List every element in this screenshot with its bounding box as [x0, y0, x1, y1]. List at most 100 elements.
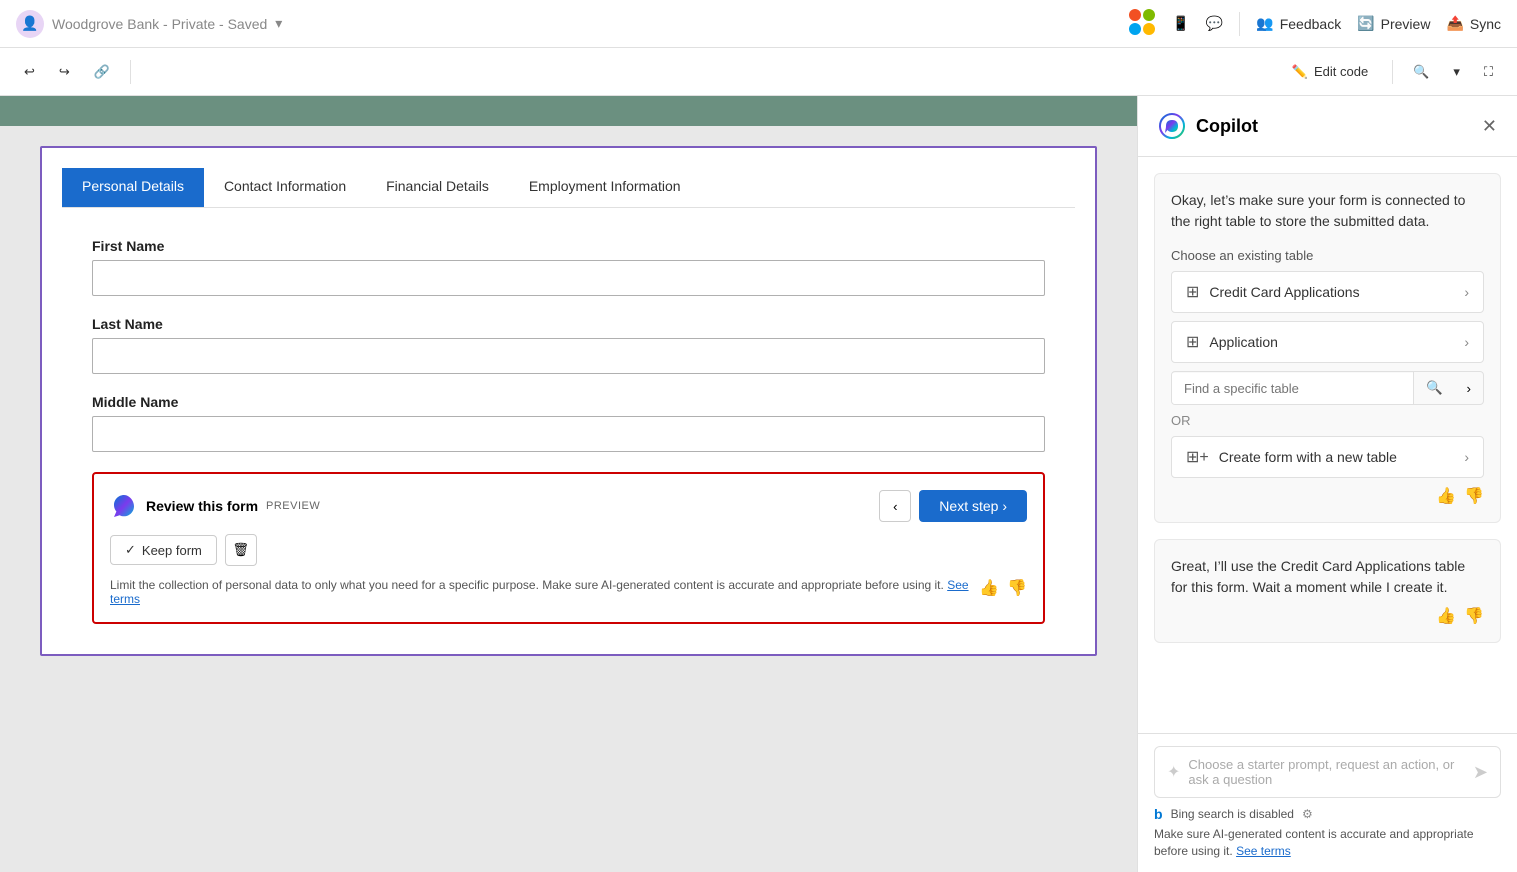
bing-icon: b: [1154, 806, 1163, 822]
create-new-table-option[interactable]: ⊞+ Create form with a new table ›: [1171, 436, 1484, 478]
bing-settings-icon[interactable]: ⚙: [1302, 807, 1313, 821]
zoom-button[interactable]: 🔍: [1405, 60, 1437, 84]
form-fields-area: First Name Last Name Middle Name: [62, 228, 1075, 634]
chevron-right-icon-2: ›: [1464, 334, 1469, 350]
copilot-input-placeholder: Choose a starter prompt, request an acti…: [1180, 757, 1473, 787]
sync-icon: 📤: [1446, 15, 1463, 32]
middle-name-input[interactable]: [92, 416, 1045, 452]
thumbs-down-button[interactable]: 👎: [1007, 578, 1027, 598]
table-grid-icon-1: ⊞: [1186, 282, 1199, 302]
copilot-input-area: ✦ Choose a starter prompt, request an ac…: [1154, 746, 1501, 798]
delete-form-button[interactable]: 🗑: [225, 534, 257, 566]
card-2-thumbs-up[interactable]: 👍: [1436, 606, 1456, 626]
middle-name-label: Middle Name: [92, 394, 1045, 410]
tablet-icon[interactable]: 📱: [1172, 15, 1189, 32]
tab-contact-information[interactable]: Contact Information: [204, 168, 366, 207]
search-table-chevron[interactable]: ›: [1455, 373, 1483, 404]
card-1-feedback: 👍 👎: [1171, 486, 1484, 506]
copilot-panel-icon: [1158, 112, 1186, 140]
first-name-label: First Name: [92, 238, 1045, 254]
check-icon: ✓: [125, 542, 136, 558]
prev-step-button[interactable]: ‹: [879, 490, 911, 522]
disclaimer-content: Limit the collection of personal data to…: [110, 578, 944, 592]
bing-notice: b Bing search is disabled ⚙: [1154, 806, 1501, 822]
toolbar-separator: [130, 60, 131, 84]
form-container: Personal Details Contact Information Fin…: [40, 146, 1097, 656]
copilot-send-button[interactable]: ➤: [1473, 762, 1488, 783]
preview-label: Preview: [1381, 16, 1431, 32]
redo-button[interactable]: ↪: [51, 60, 78, 84]
separator: [1239, 12, 1240, 36]
form-tabs: Personal Details Contact Information Fin…: [62, 168, 1075, 208]
thumbs-area: 👍 👎: [979, 578, 1027, 598]
review-bar-header: Review this form PREVIEW ‹ Next step ›: [110, 490, 1027, 522]
create-table-icon: ⊞+: [1186, 447, 1209, 467]
copilot-panel: Copilot ✕ Okay, let’s make sure your for…: [1137, 96, 1517, 872]
toolbar-separator-2: [1392, 60, 1393, 84]
thumbs-up-button[interactable]: 👍: [979, 578, 999, 598]
card-1-thumbs-down[interactable]: 👎: [1464, 486, 1484, 506]
sync-button[interactable]: 📤 Sync: [1446, 15, 1501, 32]
first-name-input[interactable]: [92, 260, 1045, 296]
table-grid-icon-2: ⊞: [1186, 332, 1199, 352]
copilot-title: Copilot: [1158, 112, 1258, 140]
card-2-thumbs-down[interactable]: 👎: [1464, 606, 1484, 626]
copilot-message-2: Great, I’ll use the Credit Card Applicat…: [1171, 556, 1484, 598]
review-nav: ‹ Next step ›: [879, 490, 1027, 522]
chevron-right-icon-1: ›: [1464, 284, 1469, 300]
copilot-card-confirmation: Great, I’ll use the Credit Card Applicat…: [1154, 539, 1501, 643]
last-name-field-group: Last Name: [92, 316, 1045, 374]
table-application-label: Application: [1209, 334, 1278, 350]
search-table-button[interactable]: 🔍: [1413, 372, 1455, 404]
review-disclaimer: Limit the collection of personal data to…: [110, 578, 1027, 606]
chat-icon[interactable]: 💬: [1206, 15, 1223, 32]
bing-label: Bing search is disabled: [1171, 807, 1294, 821]
first-name-field-group: First Name: [92, 238, 1045, 296]
expand-button[interactable]: ⛶: [1476, 60, 1501, 84]
feedback-button[interactable]: 👥 Feedback: [1256, 15, 1341, 32]
search-table-input[interactable]: [1172, 373, 1413, 404]
undo-button[interactable]: ↩: [16, 60, 43, 84]
copilot-close-button[interactable]: ✕: [1482, 116, 1497, 137]
bing-see-terms-link[interactable]: See terms: [1236, 844, 1291, 858]
bing-disclaimer-text: Make sure AI-generated content is accura…: [1154, 827, 1474, 858]
copilot-footer: ✦ Choose a starter prompt, request an ac…: [1138, 733, 1517, 872]
tab-financial-details[interactable]: Financial Details: [366, 168, 509, 207]
spark-icon[interactable]: ✦: [1167, 762, 1180, 782]
last-name-input[interactable]: [92, 338, 1045, 374]
next-step-button[interactable]: Next step ›: [919, 490, 1027, 522]
connect-button[interactable]: 🔗: [86, 60, 118, 84]
edit-code-button[interactable]: ✏️ Edit code: [1280, 60, 1380, 84]
keep-form-label: Keep form: [142, 543, 202, 558]
keep-form-button[interactable]: ✓ Keep form: [110, 535, 217, 565]
dropdown-arrow-icon[interactable]: ▾: [275, 15, 282, 32]
table-option-credit-card[interactable]: ⊞ Credit Card Applications ›: [1171, 271, 1484, 313]
canvas-area: Personal Details Contact Information Fin…: [0, 96, 1137, 872]
preview-icon: 🔄: [1357, 15, 1374, 32]
tab-personal-details[interactable]: Personal Details: [62, 168, 204, 207]
zoom-chevron[interactable]: ▾: [1445, 60, 1468, 84]
card-1-thumbs-up[interactable]: 👍: [1436, 486, 1456, 506]
app-subtitle: - Private - Saved: [159, 16, 267, 32]
topbar-left: 👤 Woodgrove Bank - Private - Saved ▾: [16, 10, 1116, 38]
table-credit-card-label: Credit Card Applications: [1209, 284, 1359, 300]
review-title-text: Review this form: [146, 498, 258, 514]
disclaimer-text: Limit the collection of personal data to…: [110, 578, 971, 606]
copilot-title-text: Copilot: [1196, 116, 1258, 137]
form-header-bar: [0, 96, 1137, 126]
fluent-icon[interactable]: [1128, 8, 1156, 39]
search-table-box: 🔍 ›: [1171, 371, 1484, 405]
tab-employment-information[interactable]: Employment Information: [509, 168, 701, 207]
edit-code-icon: ✏️: [1292, 64, 1308, 80]
create-table-left: ⊞+ Create form with a new table: [1186, 447, 1397, 467]
table-option-left-1: ⊞ Credit Card Applications: [1186, 282, 1360, 302]
topbar: 👤 Woodgrove Bank - Private - Saved ▾ 📱 💬…: [0, 0, 1517, 48]
card-2-feedback: 👍 👎: [1171, 606, 1484, 626]
review-actions: ✓ Keep form 🗑: [110, 534, 1027, 566]
preview-button[interactable]: 🔄 Preview: [1357, 15, 1430, 32]
copilot-message-1: Okay, let’s make sure your form is conne…: [1171, 190, 1484, 232]
create-table-label: Create form with a new table: [1219, 449, 1397, 465]
table-option-application[interactable]: ⊞ Application ›: [1171, 321, 1484, 363]
middle-name-field-group: Middle Name: [92, 394, 1045, 452]
feedback-person-icon: 👥: [1256, 15, 1273, 32]
